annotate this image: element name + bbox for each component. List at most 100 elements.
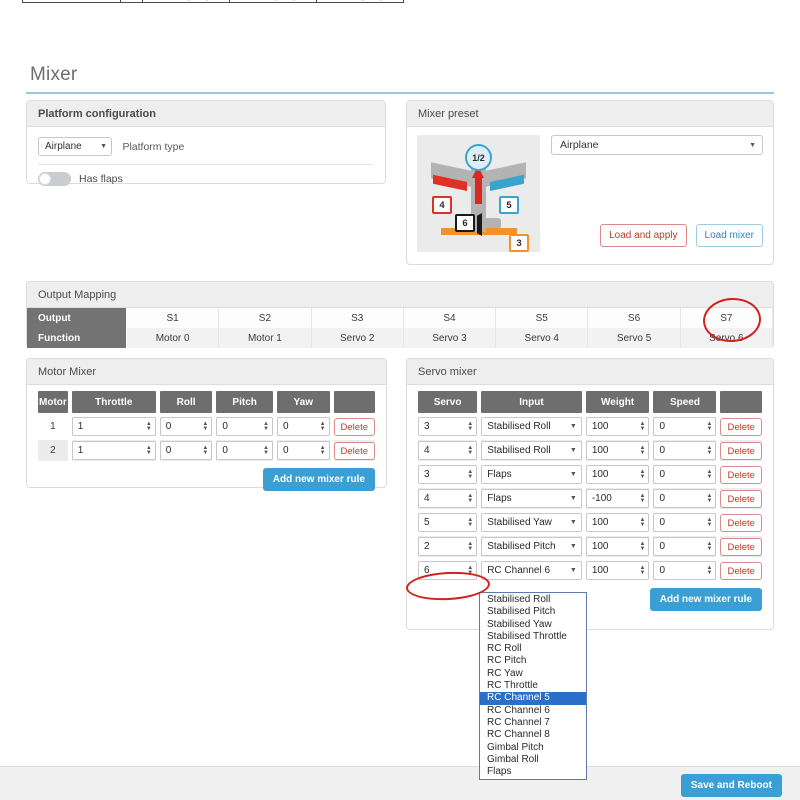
- stepper-arrows-icon[interactable]: ▲ ▼: [707, 565, 713, 576]
- delete-servo-rule-button[interactable]: Delete: [720, 418, 762, 437]
- stepper-arrows-icon[interactable]: ▲ ▼: [707, 517, 713, 528]
- delete-servo-rule-button[interactable]: Delete: [720, 562, 762, 581]
- motor-yaw-stepper[interactable]: 0 ▲ ▼: [276, 441, 330, 460]
- stepper-arrows-icon[interactable]: ▲ ▼: [467, 493, 473, 504]
- dropdown-option[interactable]: Stabilised Pitch: [480, 606, 586, 618]
- stepper-arrows-icon[interactable]: ▲ ▼: [263, 421, 269, 432]
- stepper-arrows-icon[interactable]: ▲ ▼: [202, 421, 208, 432]
- servo-input-select[interactable]: Flaps ▼: [481, 465, 582, 484]
- stepper-arrows-icon[interactable]: ▲ ▼: [467, 469, 473, 480]
- servo-input-select[interactable]: Stabilised Pitch ▼: [481, 537, 582, 556]
- servo-weight-stepper[interactable]: 100 ▲ ▼: [585, 561, 650, 580]
- dropdown-option[interactable]: Gimbal Pitch: [480, 742, 586, 754]
- dropdown-option[interactable]: RC Pitch: [480, 655, 586, 667]
- motor-throttle-stepper[interactable]: 1 ▲ ▼: [71, 417, 156, 436]
- dropdown-option[interactable]: RC Channel 6: [480, 705, 586, 717]
- servo-weight-stepper[interactable]: 100 ▲ ▼: [585, 465, 650, 484]
- stepper-arrows-icon[interactable]: ▲ ▼: [320, 445, 326, 456]
- delete-servo-rule-button[interactable]: Delete: [720, 514, 762, 533]
- servo-input-select[interactable]: Stabilised Yaw ▼: [481, 513, 582, 532]
- dropdown-option[interactable]: Stabilised Yaw: [480, 619, 586, 631]
- servo-input-select-open[interactable]: RC Channel 6 ▼: [481, 561, 582, 580]
- load-mixer-button[interactable]: Load mixer: [695, 224, 763, 247]
- servo-speed-stepper[interactable]: 0 ▲ ▼: [653, 489, 717, 508]
- stepper-arrows-icon[interactable]: ▲ ▼: [707, 541, 713, 552]
- stepper-arrows-icon[interactable]: ▲ ▼: [467, 541, 473, 552]
- add-servo-mixer-rule-button[interactable]: Add new mixer rule: [649, 588, 762, 611]
- servo-speed-stepper[interactable]: 0 ▲ ▼: [653, 465, 717, 484]
- input-cell: Stabilised Roll ▼: [481, 416, 582, 437]
- stepper-arrows-icon[interactable]: ▲ ▼: [146, 421, 152, 432]
- motor-roll-stepper[interactable]: 0 ▲ ▼: [159, 417, 213, 436]
- stepper-arrows-icon[interactable]: ▲ ▼: [202, 445, 208, 456]
- dropdown-option[interactable]: Stabilised Roll: [480, 594, 586, 606]
- dropdown-option-selected[interactable]: RC Channel 5: [480, 692, 586, 705]
- servo-speed-stepper[interactable]: 0 ▲ ▼: [653, 417, 717, 436]
- stepper-arrows-icon[interactable]: ▲ ▼: [707, 493, 713, 504]
- servo-speed-stepper[interactable]: 0 ▲ ▼: [653, 441, 717, 460]
- stepper-arrows-icon[interactable]: ▲ ▼: [467, 421, 473, 432]
- dropdown-option[interactable]: Flaps: [480, 766, 586, 778]
- add-motor-mixer-rule-button[interactable]: Add new mixer rule: [262, 468, 375, 491]
- stepper-arrows-icon[interactable]: ▲ ▼: [640, 565, 646, 576]
- servo-weight-stepper[interactable]: 100 ▲ ▼: [585, 537, 650, 556]
- servo-number-stepper[interactable]: 4 ▲ ▼: [418, 441, 478, 460]
- dropdown-option[interactable]: Stabilised Throttle: [480, 631, 586, 643]
- servo-weight-stepper[interactable]: 100 ▲ ▼: [585, 417, 650, 436]
- platform-panel-title: Platform configuration: [27, 101, 385, 127]
- delete-servo-rule-button[interactable]: Delete: [720, 490, 762, 509]
- stepper-arrows-icon[interactable]: ▲ ▼: [640, 541, 646, 552]
- input-dropdown-list[interactable]: Stabilised Roll Stabilised Pitch Stabili…: [479, 592, 587, 781]
- servo-number-stepper[interactable]: 5 ▲ ▼: [418, 513, 478, 532]
- stepper-arrows-icon[interactable]: ▲ ▼: [640, 517, 646, 528]
- stepper-arrows-icon[interactable]: ▲ ▼: [146, 445, 152, 456]
- stepper-arrows-icon[interactable]: ▲ ▼: [640, 445, 646, 456]
- stepper-arrows-icon[interactable]: ▲ ▼: [263, 445, 269, 456]
- mixer-preset-select[interactable]: Airplane ▼: [551, 135, 763, 155]
- servo-speed-stepper[interactable]: 0 ▲ ▼: [653, 561, 717, 580]
- stepper-arrows-icon[interactable]: ▲ ▼: [467, 445, 473, 456]
- servo-number-stepper[interactable]: 6 ▲ ▼: [418, 561, 478, 580]
- delete-servo-rule-button[interactable]: Delete: [720, 442, 762, 461]
- delete-motor-rule-button[interactable]: Delete: [333, 418, 375, 437]
- delete-motor-rule-button[interactable]: Delete: [333, 442, 375, 461]
- servo-number-stepper[interactable]: 3 ▲ ▼: [418, 465, 478, 484]
- servo-input-select[interactable]: Stabilised Roll ▼: [481, 417, 582, 436]
- stepper-arrows-icon[interactable]: ▲ ▼: [640, 421, 646, 432]
- stepper-arrows-icon[interactable]: ▲ ▼: [707, 445, 713, 456]
- motor-pitch-stepper[interactable]: 0 ▲ ▼: [216, 417, 273, 436]
- servo-input-select[interactable]: Stabilised Roll ▼: [481, 441, 582, 460]
- dropdown-option[interactable]: Gimbal Roll: [480, 754, 586, 766]
- servo-weight-stepper[interactable]: 100 ▲ ▼: [585, 441, 650, 460]
- dropdown-option[interactable]: RC Channel 8: [480, 729, 586, 741]
- delete-servo-rule-button[interactable]: Delete: [720, 538, 762, 557]
- dropdown-option[interactable]: RC Yaw: [480, 668, 586, 680]
- servo-number-stepper[interactable]: 4 ▲ ▼: [418, 489, 478, 508]
- delete-servo-rule-button[interactable]: Delete: [720, 466, 762, 485]
- platform-type-select[interactable]: Airplane ▼: [38, 137, 112, 156]
- motor-throttle-stepper[interactable]: 1 ▲ ▼: [71, 441, 156, 460]
- stepper-arrows-icon[interactable]: ▲ ▼: [640, 469, 646, 480]
- motor-pitch-stepper[interactable]: 0 ▲ ▼: [216, 441, 273, 460]
- servo-weight-stepper[interactable]: 100 ▲ ▼: [585, 513, 650, 532]
- stepper-arrows-icon[interactable]: ▲ ▼: [320, 421, 326, 432]
- stepper-arrows-icon[interactable]: ▲ ▼: [467, 565, 473, 576]
- servo-speed-stepper[interactable]: 0 ▲ ▼: [653, 537, 717, 556]
- motor-roll-stepper[interactable]: 0 ▲ ▼: [159, 441, 213, 460]
- servo-input-select[interactable]: Flaps ▼: [481, 489, 582, 508]
- save-and-reboot-button[interactable]: Save and Reboot: [680, 774, 782, 797]
- dropdown-option[interactable]: RC Throttle: [480, 680, 586, 692]
- has-flaps-toggle[interactable]: [38, 172, 71, 186]
- dropdown-option[interactable]: RC Roll: [480, 643, 586, 655]
- servo-number-stepper[interactable]: 2 ▲ ▼: [418, 537, 478, 556]
- stepper-arrows-icon[interactable]: ▲ ▼: [640, 493, 646, 504]
- stepper-arrows-icon[interactable]: ▲ ▼: [707, 421, 713, 432]
- load-and-apply-button[interactable]: Load and apply: [600, 224, 687, 247]
- servo-number-stepper[interactable]: 3 ▲ ▼: [418, 417, 478, 436]
- servo-speed-stepper[interactable]: 0 ▲ ▼: [653, 513, 717, 532]
- stepper-arrows-icon[interactable]: ▲ ▼: [707, 469, 713, 480]
- stepper-arrows-icon[interactable]: ▲ ▼: [467, 517, 473, 528]
- servo-weight-stepper[interactable]: -100 ▲ ▼: [585, 489, 650, 508]
- motor-yaw-stepper[interactable]: 0 ▲ ▼: [276, 417, 330, 436]
- dropdown-option[interactable]: RC Channel 7: [480, 717, 586, 729]
